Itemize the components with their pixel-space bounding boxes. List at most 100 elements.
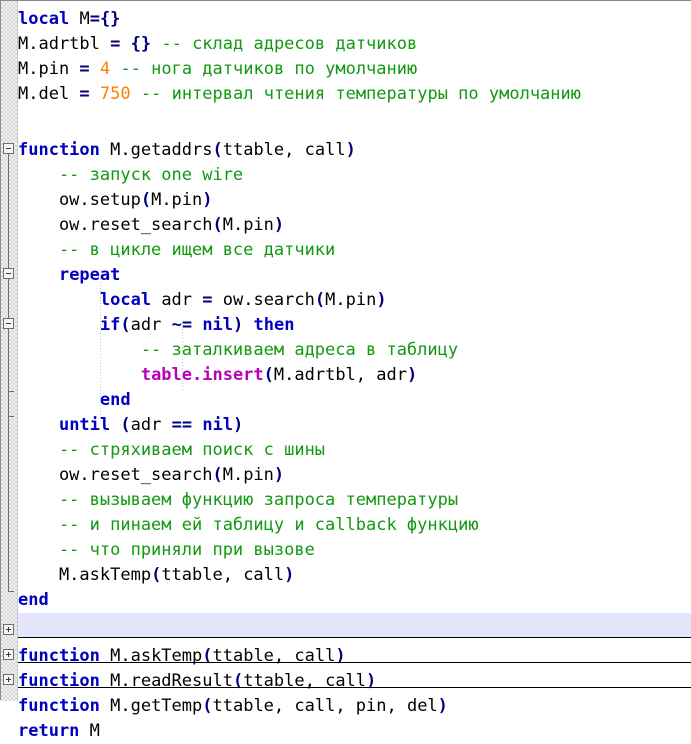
code-text-area[interactable]: local M={} M.adrtbl = {} -- склад адресов… — [18, 1, 691, 741]
code-editor[interactable]: local M={} M.adrtbl = {} -- склад адресов… — [0, 0, 691, 741]
token-kw: local — [18, 9, 70, 29]
token-id — [18, 390, 100, 410]
fold-collapse-icon[interactable] — [3, 318, 14, 329]
token-id — [192, 415, 202, 435]
token-id: M.pin — [18, 59, 80, 79]
code-line[interactable]: ow.setup(M.pin) — [18, 188, 691, 213]
code-line[interactable]: M.adrtbl = {} -- склад адресов датчиков — [18, 32, 691, 57]
token-id: M.askTemp — [18, 565, 152, 585]
code-line[interactable]: M.del = 750 -- интервал чтения температу… — [18, 82, 691, 107]
code-line[interactable]: local M={} — [18, 7, 691, 32]
token-op: = — [79, 59, 90, 79]
code-line[interactable]: M.askTemp(ttable, call) — [18, 563, 691, 588]
code-line[interactable]: -- стряхиваем поиск с шины — [18, 438, 691, 463]
token-op: ( — [202, 696, 213, 716]
fold-expand-icon[interactable] — [3, 649, 14, 660]
code-line[interactable]: ow.reset_search(M.pin) — [18, 463, 691, 488]
code-line[interactable]: -- заталкиваем адреса в таблицу — [18, 338, 691, 363]
token-id: adr — [130, 415, 172, 435]
code-line[interactable]: end — [18, 388, 691, 413]
code-line[interactable]: M.pin = 4 -- нога датчиков по умолчанию — [18, 57, 691, 82]
code-line[interactable]: repeat — [18, 263, 691, 288]
fold-gutter[interactable] — [1, 1, 18, 701]
code-line[interactable] — [18, 613, 691, 638]
token-op: ) — [366, 671, 377, 691]
token-kw: if — [99, 315, 121, 335]
code-line[interactable]: -- что приняли при вызове — [18, 538, 691, 563]
token-id — [120, 34, 130, 54]
code-line[interactable]: -- в цикле ищем все датчики — [18, 238, 691, 263]
token-op: ) — [233, 415, 244, 435]
token-id: ttable, call — [161, 565, 285, 585]
token-kw: function — [18, 646, 100, 666]
token-id: ttable, call — [243, 671, 367, 691]
token-op: = — [202, 290, 213, 310]
token-kw: nil — [202, 415, 234, 435]
token-id — [69, 9, 79, 29]
code-line[interactable]: function M.getTemp(ttable, call, pin, de… — [18, 694, 691, 719]
token-op: ( — [202, 646, 213, 666]
token-kw: return — [18, 721, 80, 741]
code-line[interactable]: table.insert(M.adrtbl, adr) — [18, 363, 691, 388]
token-kw: end — [18, 590, 49, 610]
token-op: {} — [130, 34, 152, 54]
token-id: M.pin — [151, 190, 203, 210]
folded-rule-getTemp — [18, 687, 691, 688]
token-id: M.adrtbl, adr — [273, 365, 407, 385]
bracket-if — [8, 329, 9, 391]
code-line[interactable]: function M.readResult(ttable, call) — [18, 669, 691, 694]
code-line[interactable]: function M.getaddrs(ttable, call) — [18, 138, 691, 163]
indent-guide-1 — [100, 276, 101, 416]
token-id: M.adrtbl — [18, 34, 111, 54]
code-line[interactable]: end — [18, 588, 691, 613]
token-op: ) — [437, 696, 448, 716]
token-op: ) — [335, 646, 346, 666]
fold-expand-icon[interactable] — [3, 624, 14, 635]
code-line[interactable]: if(adr ~= nil) then — [18, 313, 691, 338]
token-num: 4 — [99, 59, 111, 79]
token-kw: end — [99, 390, 131, 410]
fold-collapse-icon[interactable] — [3, 143, 14, 154]
code-line[interactable]: return M — [18, 719, 691, 744]
token-op: == — [171, 415, 193, 435]
token-id: ow.search — [212, 290, 315, 310]
token-op: ) — [376, 290, 387, 310]
token-id: M — [79, 721, 100, 741]
token-cmt: -- склад адресов датчиков — [161, 34, 418, 54]
folded-rule-readResult — [18, 662, 691, 663]
code-line[interactable]: -- вызываем функцию запроса температуры — [18, 488, 691, 513]
token-id: ttable, call, pin, del — [212, 696, 438, 716]
token-cmt: -- вызываем функцию запроса температуры — [18, 490, 459, 510]
token-id: M.getaddrs — [99, 140, 213, 160]
code-line[interactable]: -- запуск one wire — [18, 163, 691, 188]
token-id: M.getTemp — [99, 696, 203, 716]
token-id: ow.setup — [18, 190, 141, 210]
token-op: ) — [202, 190, 213, 210]
token-id — [18, 365, 141, 385]
token-op: = — [79, 84, 90, 104]
token-op: ( — [120, 415, 131, 435]
fold-expand-icon[interactable] — [3, 674, 14, 685]
tick-if-end — [8, 391, 14, 392]
token-id — [90, 59, 100, 79]
fold-collapse-icon[interactable] — [3, 268, 14, 279]
token-op: ( — [120, 315, 131, 335]
token-id — [110, 59, 120, 79]
token-id: ow.reset_search — [18, 215, 213, 235]
tick-getaddrs-end — [8, 591, 14, 592]
code-line[interactable] — [18, 107, 691, 132]
token-op: ( — [314, 290, 326, 310]
token-id — [90, 84, 100, 104]
code-line[interactable]: function M.askTemp(ttable, call) — [18, 644, 691, 669]
token-kw: local — [99, 290, 152, 310]
code-line[interactable]: ow.reset_search(M.pin) — [18, 213, 691, 238]
code-line[interactable]: -- и пинаем ей таблицу и callback функци… — [18, 513, 691, 538]
token-id — [110, 415, 120, 435]
code-line[interactable]: until (adr == nil) — [18, 413, 691, 438]
token-cmt: -- интервал чтения температуры по умолча… — [140, 84, 581, 104]
token-id: M.pin — [222, 215, 274, 235]
code-line[interactable]: local adr = ow.search(M.pin) — [18, 288, 691, 313]
token-op: ( — [151, 565, 162, 585]
token-id — [18, 290, 100, 310]
token-id: adr — [130, 315, 172, 335]
